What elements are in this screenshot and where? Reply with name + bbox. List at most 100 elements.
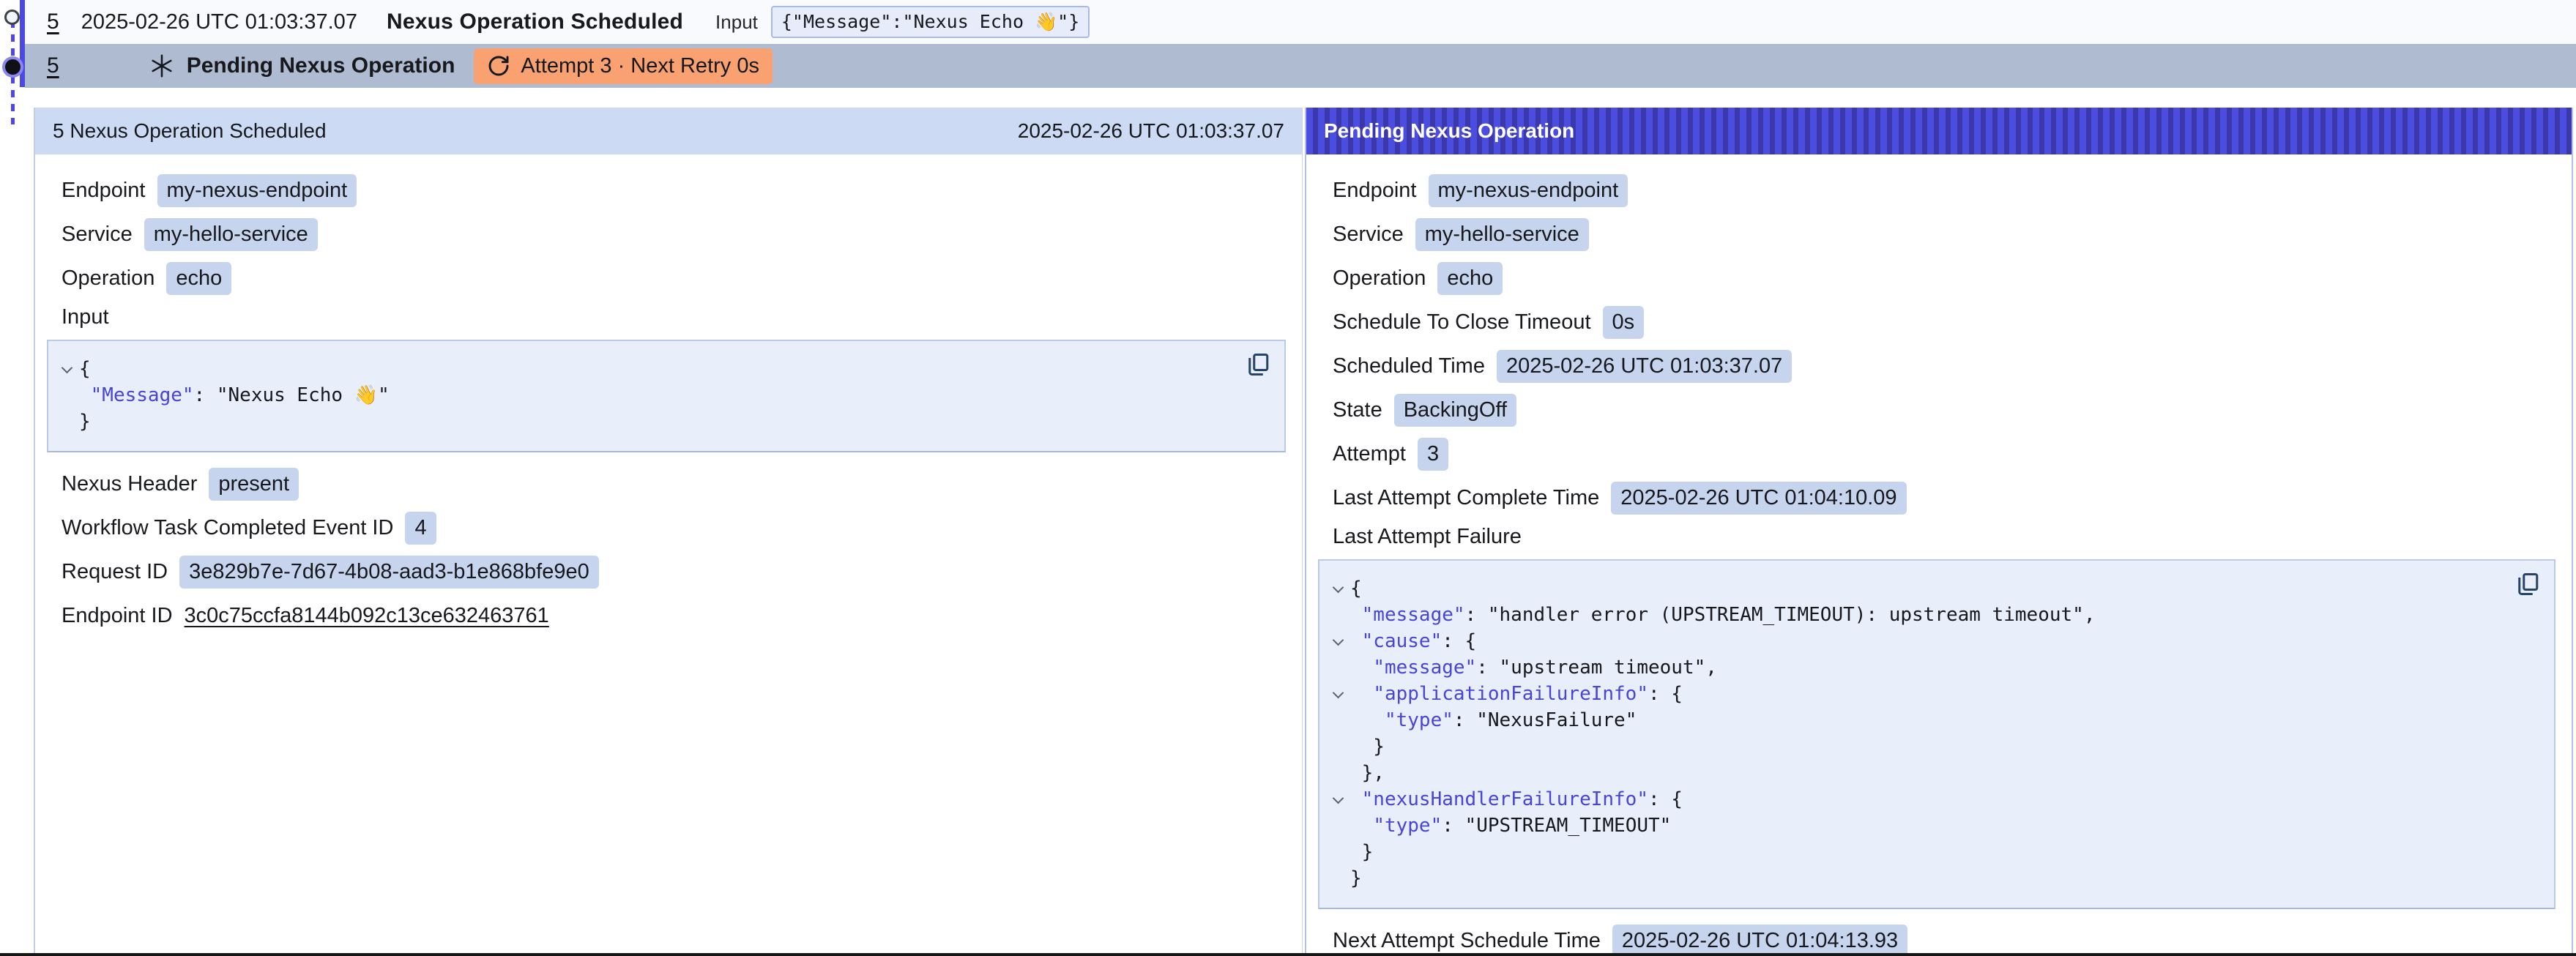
collapse-chevron-icon[interactable] — [1325, 628, 1350, 654]
gutter-spacer — [1325, 813, 1350, 839]
detail-field-row: Attempt3 — [1333, 437, 2545, 471]
field-value-badge: 3e829b7e-7d67-4b08-aad3-b1e868bfe9e0 — [179, 556, 599, 589]
event-row-nexus-operation-scheduled[interactable]: 5 2025-02-26 UTC 01:03:37.07 Nexus Opera… — [25, 0, 2576, 44]
field-label: Last Attempt Complete Time — [1333, 486, 1599, 510]
field-label: Endpoint — [62, 179, 146, 203]
field-value-badge: 0s — [1603, 306, 1645, 339]
event-timeline-rail — [0, 0, 34, 161]
event-id-link[interactable]: 5 — [47, 10, 59, 34]
gutter-spacer — [1325, 760, 1350, 786]
json-line: } — [1325, 839, 2507, 865]
detail-field-row: Request ID 3e829b7e-7d67-4b08-aad3-b1e868… — [62, 555, 1276, 589]
json-text: { — [1350, 575, 1362, 602]
detail-field-row: Scheduled Time2025-02-26 UTC 01:03:37.07 — [1333, 349, 2545, 384]
collapse-chevron-icon[interactable] — [1325, 681, 1350, 707]
json-text: }, — [1350, 760, 1385, 786]
json-text: "type": "UPSTREAM_TIMEOUT" — [1350, 813, 1671, 839]
json-line: } — [54, 408, 1237, 435]
json-line: "nexusHandlerFailureInfo": { — [1325, 786, 2507, 813]
collapse-chevron-icon[interactable] — [54, 356, 79, 382]
gutter-spacer — [1325, 707, 1350, 733]
json-line: "cause": { — [1325, 628, 2507, 654]
json-text: } — [1350, 865, 1362, 892]
collapse-chevron-icon[interactable] — [1325, 575, 1350, 602]
gutter-spacer — [54, 382, 79, 408]
left-panel-header: 5 Nexus Operation Scheduled 2025-02-26 U… — [35, 108, 1302, 154]
field-value-badge: my-hello-service — [144, 218, 318, 251]
gutter-spacer — [1325, 865, 1350, 892]
detail-field-row: Next Attempt Schedule Time2025-02-26 UTC… — [1333, 924, 2545, 956]
field-value-badge: echo — [1437, 262, 1503, 295]
json-line: }, — [1325, 760, 2507, 786]
json-line: "applicationFailureInfo": { — [1325, 681, 2507, 707]
event-timestamp: 2025-02-26 UTC 01:03:37.07 — [81, 10, 357, 34]
field-value-badge: BackingOff — [1394, 394, 1516, 427]
input-preview-chip[interactable]: {"Message":"Nexus Echo 👋"} — [771, 6, 1090, 38]
collapse-chevron-icon[interactable] — [1325, 786, 1350, 813]
retry-badge-label: Attempt 3 · Next Retry 0s — [521, 54, 759, 78]
detail-field-row: Nexus Headerpresent — [62, 467, 1276, 501]
detail-field-row: Endpoint my-nexus-endpoint — [1333, 173, 2545, 208]
json-text: "nexusHandlerFailureInfo": { — [1350, 786, 1683, 813]
json-line: "message": "handler error (UPSTREAM_TIME… — [1325, 602, 2507, 628]
event-detail-card: 5 Nexus Operation Scheduled 2025-02-26 U… — [34, 108, 2573, 956]
pending-asterisk-icon — [149, 53, 175, 79]
gutter-spacer — [1325, 602, 1350, 628]
left-panel-title: 5 Nexus Operation Scheduled — [53, 119, 327, 143]
gutter-spacer — [1325, 839, 1350, 865]
detail-field-row: Endpoint ID 3c0c75ccfa8144b092c13ce632463… — [62, 599, 1276, 633]
pending-event-title: Pending Nexus Operation — [187, 53, 455, 78]
field-value-badge: 2025-02-26 UTC 01:03:37.07 — [1497, 350, 1792, 383]
field-value-badge: 2025-02-26 UTC 01:04:13.93 — [1612, 925, 1907, 956]
field-label: Service — [62, 223, 133, 247]
json-text: } — [1350, 733, 1385, 760]
json-line: { — [1325, 575, 2507, 602]
event-id-link[interactable]: 5 — [47, 53, 59, 78]
panel-nexus-operation-scheduled: 5 Nexus Operation Scheduled 2025-02-26 U… — [35, 108, 1303, 956]
json-line: { — [54, 356, 1237, 382]
json-line: "message": "upstream timeout", — [1325, 654, 2507, 681]
field-label: State — [1333, 398, 1382, 422]
field-label: Endpoint — [1333, 179, 1417, 203]
field-label: Request ID — [62, 560, 168, 584]
timeline-node-selected-icon — [5, 59, 21, 75]
detail-field-row: Service my-hello-service — [62, 217, 1276, 252]
json-text: "message": "upstream timeout", — [1350, 654, 1717, 681]
screen-bottom-edge — [0, 953, 2576, 956]
detail-field-row: Endpoint my-nexus-endpoint — [62, 173, 1276, 208]
field-label: Schedule To Close Timeout — [1333, 310, 1591, 335]
detail-field-row: Last Attempt Complete Time2025-02-26 UTC… — [1333, 481, 2545, 515]
json-text: } — [1350, 839, 1373, 865]
event-row-pending-nexus-operation[interactable]: 5 Pending Nexus Operation Attempt 3 · Ne… — [25, 44, 2576, 88]
panel-pending-nexus-operation: Pending Nexus Operation Endpoint my-nexus… — [1305, 108, 2573, 956]
left-panel-timestamp: 2025-02-26 UTC 01:03:37.07 — [1018, 119, 1284, 143]
input-preview-label: Input — [715, 11, 758, 34]
copy-button[interactable] — [2514, 571, 2541, 597]
field-value-badge: my-nexus-endpoint — [1429, 174, 1628, 207]
right-panel-header: Pending Nexus Operation — [1306, 108, 2572, 154]
field-value-badge: my-hello-service — [1415, 218, 1589, 251]
copy-icon — [1245, 351, 1271, 378]
copy-icon — [2514, 571, 2541, 597]
json-line: } — [1325, 733, 2507, 760]
right-fields-top: Endpoint my-nexus-endpoint Servicemy-hello… — [1333, 173, 2545, 515]
gutter-spacer — [1325, 733, 1350, 760]
json-text: } — [79, 408, 91, 435]
field-value-badge: 3 — [1418, 438, 1448, 471]
field-value-badge: 4 — [405, 512, 436, 545]
refresh-icon — [487, 54, 510, 78]
json-line: "type": "NexusFailure" — [1325, 707, 2507, 733]
field-value-badge: my-nexus-endpoint — [157, 174, 357, 207]
input-json-viewer: { "Message": "Nexus Echo 👋"} — [47, 340, 1286, 452]
field-label: Operation — [1333, 266, 1426, 291]
event-title: Nexus Operation Scheduled — [387, 10, 683, 34]
field-value-link[interactable]: 3c0c75ccfa8144b092c13ce632463761 — [185, 604, 549, 628]
left-fields-top: Endpoint my-nexus-endpoint Service my-hello… — [62, 173, 1276, 296]
detail-field-row: Servicemy-hello-service — [1333, 217, 2545, 252]
failure-json-viewer: { "message": "handler error (UPSTREAM_TI… — [1318, 559, 2555, 909]
field-label: Endpoint ID — [62, 604, 173, 628]
copy-button[interactable] — [1245, 351, 1271, 378]
gutter-spacer — [54, 408, 79, 435]
field-label: Operation — [62, 266, 155, 291]
json-text: { — [79, 356, 91, 382]
